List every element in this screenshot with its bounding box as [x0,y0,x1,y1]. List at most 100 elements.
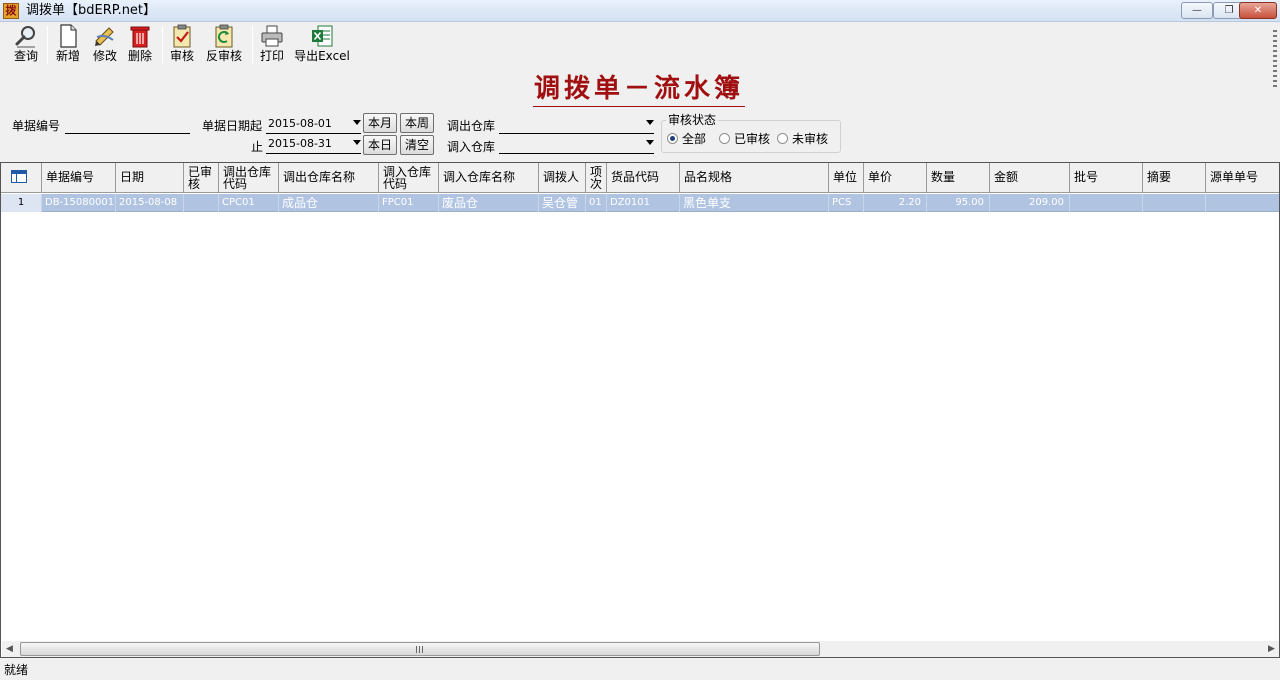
cell-approved[interactable] [184,194,219,212]
cell-in-name[interactable]: 废品仓 [439,194,539,212]
cell-in-code[interactable]: FPC01 [379,194,439,212]
cell-qty[interactable]: 95.00 [927,194,990,212]
export-excel-button[interactable]: 导出Excel [294,24,350,66]
col-goods-code[interactable]: 货品代码 [607,163,680,193]
toolbar-separator [162,26,163,64]
today-button[interactable]: 本日 [363,135,397,155]
grid-corner[interactable] [1,163,42,193]
app-window: 拨 调拨单【bdERP.net】 — ❐ ✕ 查询 新增 修改 删除 审核 反审… [0,0,1280,680]
app-logo-icon: 拨 [3,3,19,19]
scroll-left-icon[interactable]: ◀ [6,644,13,654]
clear-button[interactable]: 清空 [400,135,434,155]
col-goods-name[interactable]: 品名规格 [680,163,829,193]
col-date[interactable]: 日期 [116,163,184,193]
col-approved[interactable]: 已审核 [184,163,219,193]
doc-no-input[interactable] [65,118,190,134]
chevron-down-icon[interactable] [646,120,654,125]
approve-button[interactable]: 审核 [168,24,196,66]
cell-out-code[interactable]: CPC01 [219,194,279,212]
print-button[interactable]: 打印 [258,24,286,66]
status-approved-radio[interactable]: 已审核 [719,131,770,147]
cell-handler[interactable]: 吴仓管 [539,194,586,212]
trash-can-icon [130,26,150,48]
cell-price[interactable]: 2.20 [864,194,927,212]
cell-summary[interactable] [1143,194,1206,212]
cell-date[interactable]: 2015-08-08 [116,194,184,212]
row-number[interactable]: 1 [1,194,42,212]
horizontal-scrollbar[interactable]: ◀ ▶ [2,641,1279,657]
chevron-down-icon[interactable] [353,140,361,145]
col-price[interactable]: 单价 [864,163,927,193]
chevron-down-icon[interactable] [646,140,654,145]
col-summary[interactable]: 摘要 [1143,163,1206,193]
edit-button[interactable]: 修改 [90,24,120,66]
scroll-right-icon[interactable]: ▶ [1268,644,1275,654]
col-out-name[interactable]: 调出仓库名称 [279,163,379,193]
col-item[interactable]: 项次 [586,163,607,193]
radio-unchecked-icon [719,133,730,144]
cell-goods-code[interactable]: DZ0101 [607,194,680,212]
toolbar-separator [252,26,253,64]
status-all-label: 全部 [682,132,707,146]
col-qty[interactable]: 数量 [927,163,990,193]
col-batch[interactable]: 批号 [1070,163,1143,193]
table-row[interactable]: 1 DB-15080001 2015-08-08 CPC01 成品仓 FPC01… [1,194,1279,212]
close-button[interactable]: ✕ [1239,2,1277,19]
resize-grip[interactable] [1273,30,1277,90]
date-from-label: 单据日期起 [202,119,263,133]
cell-source-no[interactable] [1206,194,1279,212]
transfer-grid[interactable]: 单据编号 日期 已审核 调出仓库 代码 调出仓库名称 调入仓库 代码 调入仓库名称 … [0,162,1280,658]
cell-batch[interactable] [1070,194,1143,212]
printer-icon [261,25,283,47]
status-unapproved-radio[interactable]: 未审核 [777,131,828,147]
date-to-value: 2015-08-31 [268,137,332,150]
cell-goods-name[interactable]: 黑色单支 [680,194,829,212]
status-text: 就绪 [4,663,29,677]
col-out-code[interactable]: 调出仓库 代码 [219,163,279,193]
query-label: 查询 [13,49,38,63]
scroll-thumb[interactable] [20,642,820,656]
add-button[interactable]: 新增 [54,24,82,66]
delete-label: 删除 [127,49,152,63]
col-unit[interactable]: 单位 [829,163,864,193]
col-handler[interactable]: 调拨人 [539,163,586,193]
col-in-code[interactable]: 调入仓库 代码 [379,163,439,193]
col-amount[interactable]: 金额 [990,163,1070,193]
radio-unchecked-icon [777,133,788,144]
status-all-radio[interactable]: 全部 [667,131,706,147]
col-out-code-line2: 代码 [223,177,248,191]
col-source-no[interactable]: 源单单号 [1206,163,1279,193]
out-warehouse-combo[interactable] [499,116,654,134]
cell-unit[interactable]: PCS [829,194,864,212]
query-button[interactable]: 查询 [10,24,42,66]
unapprove-button[interactable]: 反审核 [204,24,244,66]
grip-icon [416,646,424,653]
cell-item[interactable]: 01 [586,194,607,212]
in-warehouse-combo[interactable] [499,136,654,154]
out-warehouse-label: 调出仓库 [447,119,496,133]
col-in-name[interactable]: 调入仓库名称 [439,163,539,193]
col-item-line2: 次 [590,177,603,191]
toolbar-separator [47,26,48,64]
this-month-button[interactable]: 本月 [363,113,397,133]
approve-clipboard-icon [173,24,191,48]
new-document-icon [60,24,77,48]
unapprove-clipboard-icon [215,24,233,48]
col-in-code-line2: 代码 [383,177,408,191]
col-doc-no[interactable]: 单据编号 [42,163,116,193]
approve-label: 审核 [169,49,194,63]
report-title: 调拨单－流水簿 [533,72,745,107]
grid-table-icon [11,170,27,183]
date-from-picker[interactable]: 2015-08-01 [266,116,361,134]
cell-doc-no[interactable]: DB-15080001 [42,194,116,212]
delete-button[interactable]: 删除 [126,24,154,66]
approval-status-title: 审核状态 [666,112,719,128]
minimize-button[interactable]: — [1181,2,1213,19]
chevron-down-icon[interactable] [353,120,361,125]
cell-out-name[interactable]: 成品仓 [279,194,379,212]
date-to-picker[interactable]: 2015-08-31 [266,136,361,154]
in-warehouse-label: 调入仓库 [447,140,496,154]
this-week-button[interactable]: 本周 [400,113,434,133]
cell-amount[interactable]: 209.00 [990,194,1070,212]
radio-checked-icon [667,133,678,144]
